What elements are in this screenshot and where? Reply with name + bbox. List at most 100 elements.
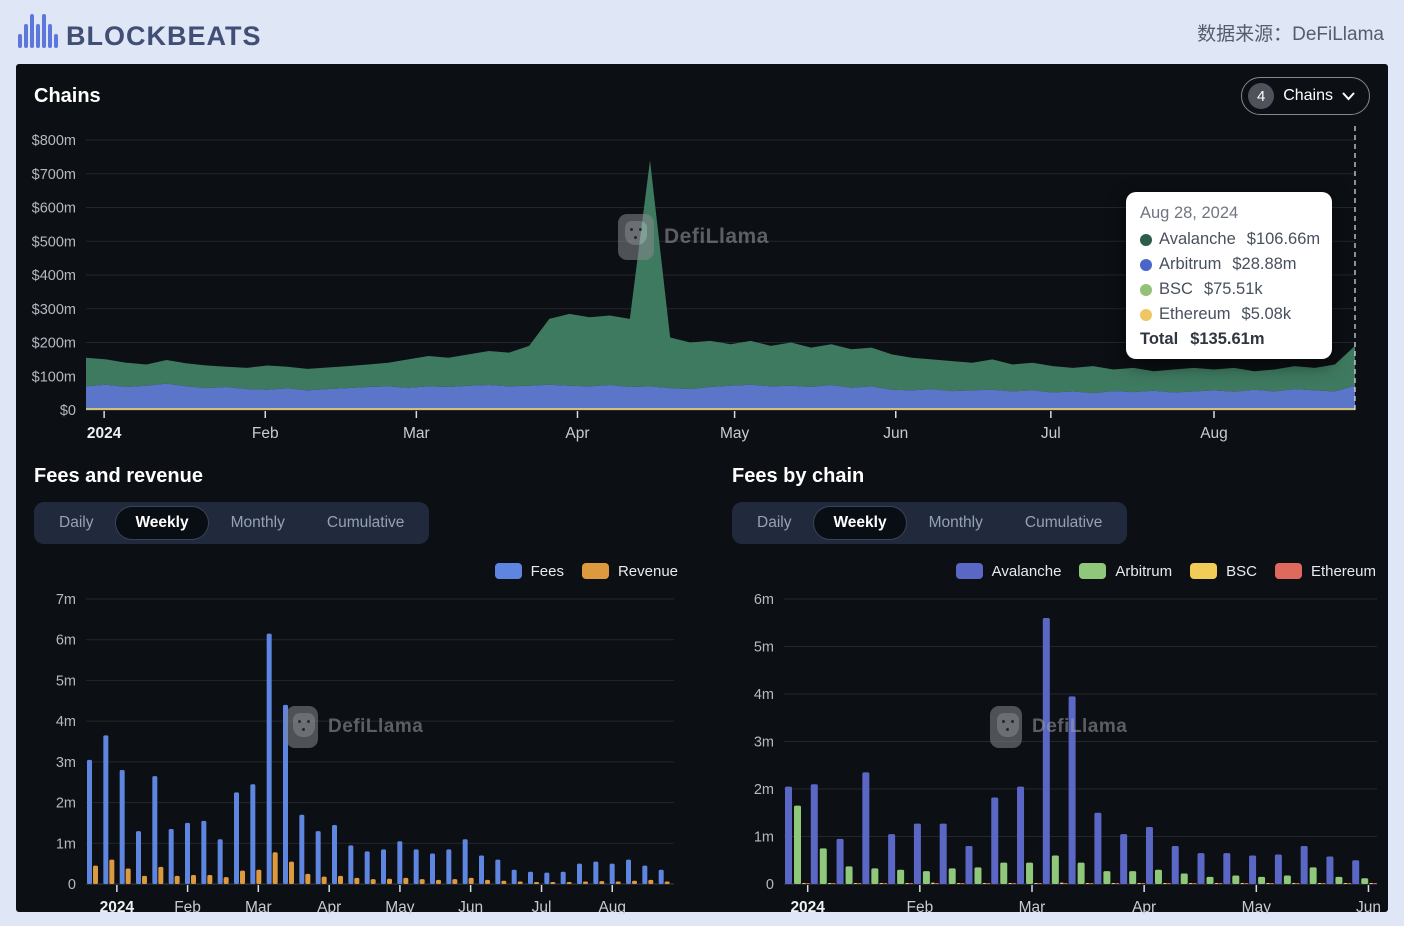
tab-daily[interactable]: Daily bbox=[40, 507, 112, 539]
tooltip-label: Arbitrum bbox=[1159, 255, 1222, 273]
tab-weekly[interactable]: Weekly bbox=[814, 507, 906, 539]
fees-by-chain-title: Fees by chain bbox=[732, 465, 865, 487]
fees-by-chain-legend: Avalanche Arbitrum BSC Ethereum bbox=[732, 560, 1376, 582]
tooltip-date: Aug 28, 2024 bbox=[1140, 204, 1239, 222]
fees-swatch bbox=[494, 563, 522, 579]
arbitrum-dot bbox=[1140, 258, 1152, 271]
svg-text:Apr: Apr bbox=[565, 425, 589, 442]
svg-text:Apr: Apr bbox=[317, 899, 341, 914]
fees-revenue-tabs: Daily Weekly Monthly Cumulative bbox=[34, 502, 430, 544]
svg-text:1m: 1m bbox=[56, 836, 76, 852]
svg-text:May: May bbox=[720, 425, 750, 442]
svg-text:Jun: Jun bbox=[883, 425, 908, 442]
tab-cumulative[interactable]: Cumulative bbox=[308, 507, 424, 539]
tab-weekly[interactable]: Weekly bbox=[116, 507, 208, 539]
tooltip-value: $28.88m bbox=[1232, 255, 1297, 273]
svg-text:$300m: $300m bbox=[32, 302, 76, 318]
tab-monthly[interactable]: Monthly bbox=[910, 507, 1002, 539]
fees-revenue-title: Fees and revenue bbox=[34, 465, 203, 487]
svg-text:2m: 2m bbox=[754, 782, 774, 798]
avalanche-dot bbox=[1140, 233, 1152, 246]
svg-text:7m: 7m bbox=[56, 592, 76, 608]
avalanche-swatch bbox=[955, 563, 983, 579]
chart-tooltip: Aug 28, 2024 Avalanche $106.66m Arbitrum $… bbox=[1126, 192, 1332, 359]
tab-cumulative[interactable]: Cumulative bbox=[1006, 507, 1122, 539]
svg-text:$600m: $600m bbox=[32, 201, 76, 217]
legend-revenue[interactable]: Revenue bbox=[581, 563, 678, 580]
svg-text:$100m: $100m bbox=[32, 369, 76, 385]
fees-by-chain-section: Fees by chain Daily Weekly Monthly Cumul… bbox=[732, 461, 1382, 919]
svg-text:4m: 4m bbox=[56, 714, 76, 730]
svg-text:Jul: Jul bbox=[1041, 425, 1061, 442]
tooltip-value: $106.66m bbox=[1246, 230, 1321, 248]
svg-text:Mar: Mar bbox=[1019, 899, 1046, 914]
svg-text:2024: 2024 bbox=[100, 899, 135, 914]
svg-text:6m: 6m bbox=[754, 592, 774, 608]
svg-text:2024: 2024 bbox=[87, 425, 122, 442]
tooltip-value: $75.51k bbox=[1203, 280, 1263, 298]
svg-text:Feb: Feb bbox=[906, 899, 933, 914]
svg-text:Jun: Jun bbox=[1356, 899, 1381, 914]
svg-text:1m: 1m bbox=[754, 830, 774, 846]
legend-bsc[interactable]: BSC bbox=[1190, 563, 1257, 580]
tooltip-value: $5.08k bbox=[1241, 305, 1292, 323]
svg-text:3m: 3m bbox=[56, 755, 76, 771]
svg-text:Feb: Feb bbox=[252, 425, 279, 442]
arbitrum-swatch bbox=[1079, 563, 1107, 579]
chains-dropdown-label: Chains bbox=[1283, 87, 1333, 104]
blockbeats-logo-text: BLOCKBEATS bbox=[66, 21, 262, 51]
tooltip-label: Avalanche bbox=[1159, 230, 1236, 248]
tooltip-label: BSC bbox=[1159, 280, 1193, 298]
legend-arbitrum[interactable]: Arbitrum bbox=[1079, 563, 1172, 580]
svg-text:0: 0 bbox=[68, 877, 76, 893]
fees-revenue-legend: Fees Revenue bbox=[34, 560, 678, 582]
chevron-down-icon bbox=[1342, 92, 1355, 100]
svg-text:3m: 3m bbox=[754, 735, 774, 751]
svg-text:Apr: Apr bbox=[1132, 899, 1156, 914]
chains-dropdown[interactable]: 4 Chains bbox=[1241, 77, 1370, 115]
svg-text:6m: 6m bbox=[56, 633, 76, 649]
svg-text:2m: 2m bbox=[56, 796, 76, 812]
bsc-swatch bbox=[1190, 563, 1218, 579]
svg-text:May: May bbox=[385, 899, 415, 914]
svg-text:Aug: Aug bbox=[598, 899, 626, 914]
svg-text:5m: 5m bbox=[56, 673, 76, 689]
ethereum-swatch bbox=[1274, 563, 1302, 579]
chains-chart-area: $0 $100m $200m $300m $400m $500m $600m $700m $80… bbox=[30, 118, 1374, 453]
svg-text:5m: 5m bbox=[754, 640, 774, 656]
svg-text:4m: 4m bbox=[754, 687, 774, 703]
svg-text:Mar: Mar bbox=[403, 425, 430, 442]
svg-text:Aug: Aug bbox=[1200, 425, 1228, 442]
tab-monthly[interactable]: Monthly bbox=[212, 507, 304, 539]
tooltip-total: Total $135.61m bbox=[1140, 330, 1265, 348]
svg-text:$500m: $500m bbox=[32, 234, 76, 250]
legend-fees[interactable]: Fees bbox=[494, 563, 564, 580]
svg-text:$400m: $400m bbox=[32, 268, 76, 284]
revenue-swatch bbox=[581, 563, 609, 579]
svg-text:May: May bbox=[1242, 899, 1272, 914]
blockbeats-logo[interactable]: BLOCKBEATS bbox=[18, 14, 262, 50]
svg-text:$200m: $200m bbox=[32, 336, 76, 352]
svg-text:$800m: $800m bbox=[32, 133, 76, 149]
chains-title: Chains bbox=[34, 84, 101, 107]
fees-revenue-chart-svg[interactable]: 0 1m 2m 3m 4m 5m 6m 7m 2024 Feb Mar Apr May Jun Jul Aug bbox=[34, 584, 684, 916]
fees-by-chain-tabs: Daily Weekly Monthly Cumulative bbox=[732, 502, 1128, 544]
svg-text:$700m: $700m bbox=[32, 167, 76, 183]
svg-text:$0: $0 bbox=[60, 403, 76, 419]
legend-ethereum[interactable]: Ethereum bbox=[1274, 563, 1376, 580]
tab-daily[interactable]: Daily bbox=[738, 507, 810, 539]
data-source-label: 数据来源：DeFiLlama bbox=[1197, 23, 1384, 45]
chains-count-badge: 4 bbox=[1248, 83, 1275, 109]
bsc-dot bbox=[1140, 283, 1152, 296]
fees-by-chain-chart-svg[interactable]: 0 1m 2m 3m 4m 5m 6m 2024 Feb Mar Apr May Jun bbox=[732, 584, 1382, 916]
fees-revenue-section: Fees and revenue Daily Weekly Monthly Cu… bbox=[34, 461, 684, 919]
svg-text:Mar: Mar bbox=[245, 899, 272, 914]
blockbeats-logo-icon bbox=[18, 14, 58, 50]
svg-text:Feb: Feb bbox=[174, 899, 201, 914]
svg-text:Jun: Jun bbox=[458, 899, 483, 914]
legend-avalanche[interactable]: Avalanche bbox=[955, 563, 1061, 580]
tooltip-label: Ethereum bbox=[1159, 305, 1231, 323]
svg-text:0: 0 bbox=[766, 877, 774, 893]
svg-text:Jul: Jul bbox=[532, 899, 552, 914]
top-bar: BLOCKBEATS 数据来源：DeFiLlama bbox=[0, 0, 1404, 64]
